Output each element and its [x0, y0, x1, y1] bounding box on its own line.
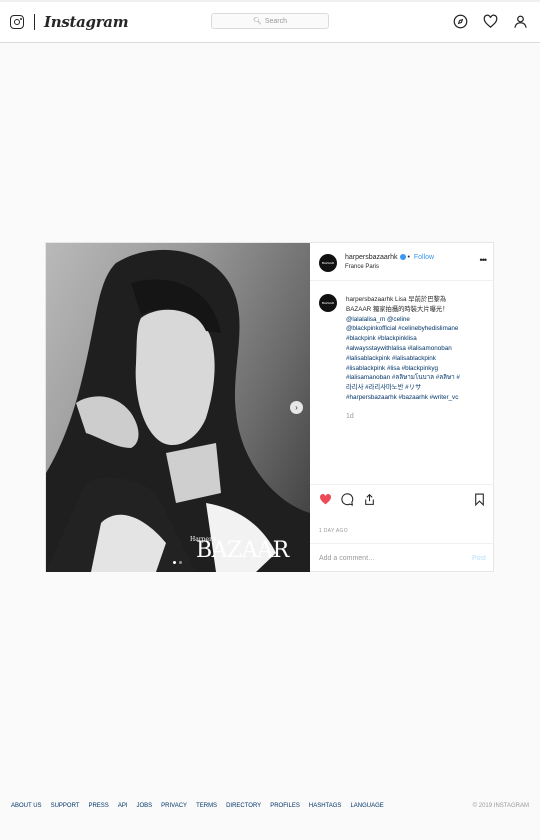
search-input[interactable]: 🔍︎ Search: [211, 13, 329, 29]
follow-button[interactable]: Follow: [414, 254, 434, 261]
search-icon: 🔍︎: [252, 18, 262, 25]
share-icon[interactable]: [363, 493, 376, 506]
caption-line[interactable]: #blackpink #blackpinklisa: [346, 334, 488, 344]
footer-link-profiles[interactable]: PROFILES: [270, 803, 300, 809]
footer-link-language[interactable]: LANGUAGE: [350, 803, 383, 809]
comment-box: Add a comment… Post: [310, 543, 494, 572]
copyright: © 2019 INSTAGRAM: [472, 803, 529, 809]
caption-line[interactable]: #lalisamanoban #ลลิษามโนบาล #ลลิษา #: [346, 373, 488, 383]
top-shadow: [0, 0, 540, 2]
caption-text: harpersbazaarhk Lisa 早前於巴黎為 BAZAAR 獨家拍攝的…: [346, 295, 488, 403]
caption-line[interactable]: #lisablackpink #lisa #blackpinkyg: [346, 364, 488, 374]
logo-link[interactable]: Instagram: [10, 13, 129, 31]
caption-avatar[interactable]: BAZAAR: [319, 294, 337, 312]
footer-link-hashtags[interactable]: HASHTAGS: [309, 803, 342, 809]
instagram-glyph-icon[interactable]: [10, 15, 24, 29]
caption-line[interactable]: #harpersbazaarhk #bazaarhk #writer_vc: [346, 393, 488, 403]
top-navigation-bar: Instagram 🔍︎ Search: [0, 0, 540, 43]
footer-link-privacy[interactable]: PRIVACY: [161, 803, 187, 809]
post-card: Harper's BAZAAR › BAZAAR harpersbazaarhk …: [45, 242, 494, 572]
footer-link-directory[interactable]: DIRECTORY: [226, 803, 261, 809]
compass-icon[interactable]: [453, 14, 468, 29]
avatar[interactable]: BAZAAR: [319, 254, 337, 272]
avatar-text: BAZAAR: [321, 261, 334, 265]
post-comment-button[interactable]: Post: [472, 555, 486, 562]
post-image[interactable]: Harper's BAZAAR ›: [46, 243, 310, 572]
footer-link-terms[interactable]: TERMS: [196, 803, 217, 809]
nav-icons: [453, 14, 528, 29]
footer-link-about[interactable]: ABOUT US: [11, 803, 42, 809]
post-header: BAZAAR harpersbazaarhk • Follow France P…: [310, 243, 494, 281]
caption-area: BAZAAR harpersbazaarhk Lisa 早前於巴黎為 BAZAA…: [310, 281, 494, 481]
caption-line[interactable]: #alwaysstaywithlalisa #lalisamonoban: [346, 344, 488, 354]
post-timestamp: 1 DAY AGO: [319, 528, 348, 534]
footer-link-jobs[interactable]: JOBS: [136, 803, 152, 809]
avatar-text: BAZAAR: [321, 301, 334, 305]
footer-link-api[interactable]: API: [118, 803, 128, 809]
caption-line[interactable]: @blackpinkofficial #celinebyhedislimane: [346, 324, 488, 334]
heart-filled-icon[interactable]: [319, 493, 332, 506]
logo-divider: [34, 14, 35, 30]
post-author: harpersbazaarhk • Follow: [345, 254, 435, 261]
footer: ABOUT US SUPPORT PRESS API JOBS PRIVACY …: [11, 803, 529, 809]
footer-link-support[interactable]: SUPPORT: [51, 803, 80, 809]
verified-badge-icon: [399, 254, 406, 261]
location-link[interactable]: France Paris: [345, 264, 379, 270]
image-watermark: Harper's BAZAAR: [190, 536, 289, 563]
comment-input[interactable]: Add a comment…: [319, 555, 375, 562]
search-placeholder: Search: [264, 17, 288, 25]
heart-outline-icon[interactable]: [483, 14, 498, 29]
carousel-dots: [173, 561, 182, 564]
caption-line[interactable]: #lalisablackpink #lalisablackpink: [346, 354, 488, 364]
caption-line: harpersbazaarhk Lisa 早前於巴黎為: [346, 296, 447, 303]
caption-line[interactable]: @lalalalisa_m @celine: [346, 315, 488, 325]
caption-age: 1d: [346, 413, 354, 420]
post-details: BAZAAR harpersbazaarhk • Follow France P…: [310, 243, 494, 572]
chevron-right-icon[interactable]: ›: [290, 401, 303, 414]
username-link[interactable]: harpersbazaarhk: [345, 254, 398, 261]
watermark-small: Harper's: [190, 536, 217, 543]
caption-line: BAZAAR 獨家拍攝的時裝大片曝光！: [346, 305, 449, 313]
footer-link-press[interactable]: PRESS: [88, 803, 108, 809]
caption-line[interactable]: 라리사 #라리사마노반 #リサ: [346, 383, 488, 393]
person-icon[interactable]: [513, 14, 528, 29]
instagram-wordmark[interactable]: Instagram: [44, 13, 129, 31]
comment-bubble-icon[interactable]: [341, 493, 354, 506]
carousel-dot: [173, 561, 176, 564]
carousel-dot: [179, 561, 182, 564]
post-actions: [310, 484, 494, 514]
more-options-icon[interactable]: •••: [480, 255, 488, 265]
bookmark-icon[interactable]: [473, 493, 486, 507]
